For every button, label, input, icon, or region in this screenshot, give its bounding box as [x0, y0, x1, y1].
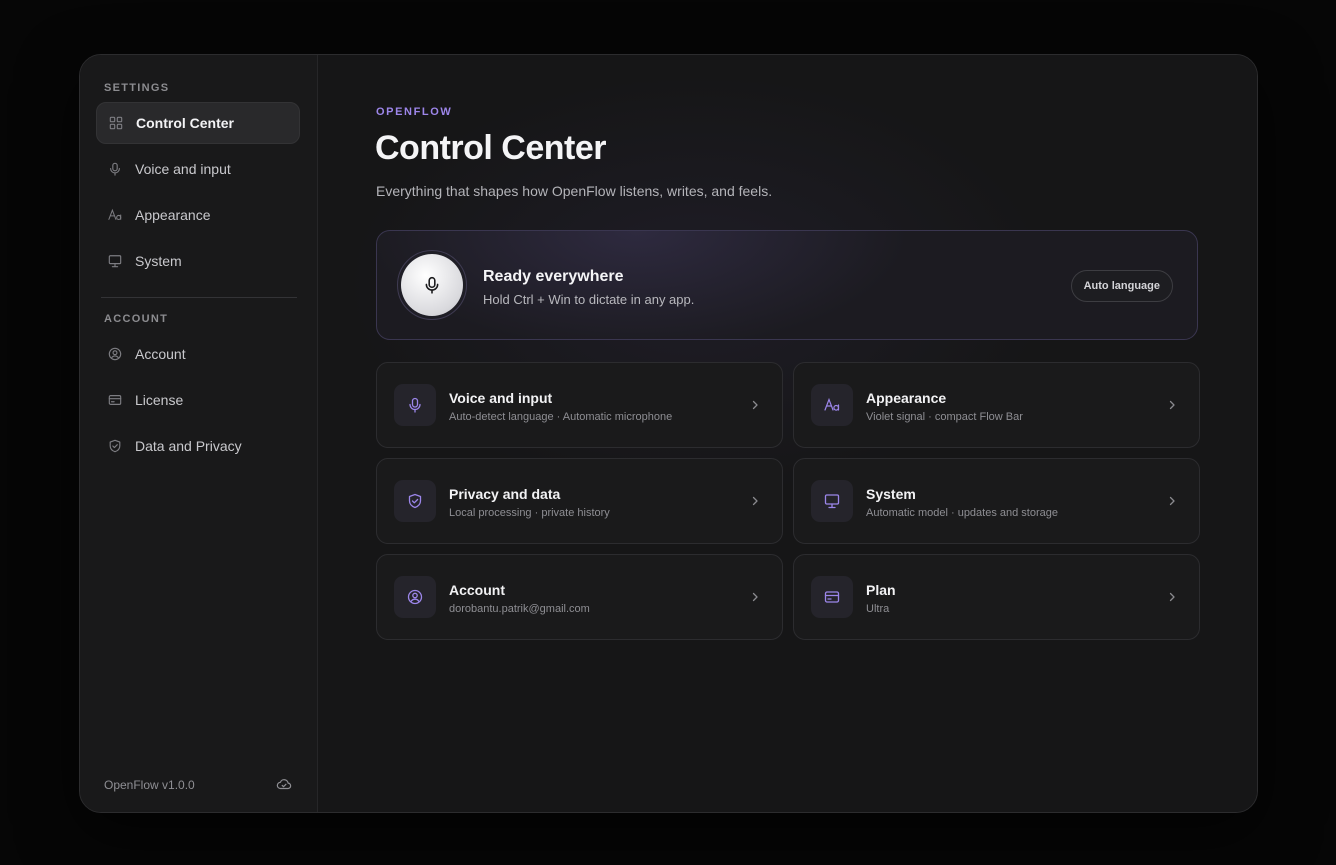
- shield-check-icon: [394, 480, 436, 522]
- sidebar-item-voice-and-input[interactable]: Voice and input: [96, 148, 300, 190]
- sidebar-item-license[interactable]: License: [96, 379, 300, 421]
- status-title: Ready everywhere: [483, 268, 624, 285]
- auto-language-button[interactable]: Auto language: [1070, 270, 1173, 302]
- user-circle-icon: [394, 576, 436, 618]
- microphone-icon: [394, 384, 436, 426]
- card-subtitle: dorobantu.patrik@gmail.com: [449, 603, 590, 615]
- card-title: Account: [449, 582, 505, 598]
- sidebar-item-data-and-privacy[interactable]: Data and Privacy: [96, 425, 300, 467]
- sidebar-item-account[interactable]: Account: [96, 333, 300, 375]
- typography-icon: [108, 208, 122, 222]
- monitor-icon: [108, 254, 122, 268]
- sidebar-item-system[interactable]: System: [96, 240, 300, 282]
- account-section-label: ACCOUNT: [104, 313, 169, 325]
- microphone-icon: [108, 162, 122, 176]
- settings-window: SETTINGS Control Center Voice and input …: [79, 54, 1258, 813]
- sidebar-item-label: Control Center: [136, 115, 234, 131]
- card-subtitle: Violet signal · compact Flow Bar: [866, 411, 1023, 423]
- card-subtitle: Ultra: [866, 603, 890, 615]
- card-title: System: [866, 486, 916, 502]
- page-subtitle: Everything that shapes how OpenFlow list…: [376, 183, 773, 199]
- eyebrow-label: OPENFLOW: [376, 106, 453, 118]
- credit-card-icon: [108, 393, 122, 407]
- page-title: Control Center: [375, 129, 607, 167]
- chevron-right-icon: [752, 400, 758, 410]
- microphone-icon: [423, 276, 441, 294]
- card-title: Voice and input: [449, 390, 553, 406]
- shield-check-icon: [108, 439, 122, 453]
- mic-ring: [397, 250, 467, 320]
- credit-card-icon: [811, 576, 853, 618]
- card-title: Privacy and data: [449, 486, 561, 502]
- card-privacy-and-data[interactable]: Privacy and data Local processing · priv…: [376, 458, 783, 544]
- sidebar-item-label: Data and Privacy: [135, 438, 242, 454]
- sidebar-item-control-center[interactable]: Control Center: [96, 102, 300, 144]
- card-plan[interactable]: Plan Ultra: [793, 554, 1200, 640]
- settings-section-label: SETTINGS: [104, 82, 170, 94]
- sidebar-item-appearance[interactable]: Appearance: [96, 194, 300, 236]
- card-title: Plan: [866, 582, 896, 598]
- monitor-icon: [811, 480, 853, 522]
- sidebar-item-label: Voice and input: [135, 161, 231, 177]
- chevron-right-icon: [1169, 592, 1175, 602]
- dictation-status-card: Ready everywhere Hold Ctrl + Win to dict…: [376, 230, 1198, 340]
- card-subtitle: Automatic model · updates and storage: [866, 507, 1059, 519]
- sidebar-item-label: System: [135, 253, 182, 269]
- typography-icon: [811, 384, 853, 426]
- chevron-right-icon: [1169, 496, 1175, 506]
- sidebar-divider: [101, 297, 297, 298]
- card-system[interactable]: System Automatic model · updates and sto…: [793, 458, 1200, 544]
- card-subtitle: Auto-detect language · Automatic microph…: [449, 411, 673, 423]
- card-account[interactable]: Account dorobantu.patrik@gmail.com: [376, 554, 783, 640]
- sidebar-item-label: License: [135, 392, 184, 408]
- sidebar-item-label: Account: [135, 346, 186, 362]
- card-voice-and-input[interactable]: Voice and input Auto-detect language · A…: [376, 362, 783, 448]
- chevron-right-icon: [752, 592, 758, 602]
- card-title: Appearance: [866, 390, 947, 406]
- chevron-right-icon: [752, 496, 758, 506]
- status-hint: Hold Ctrl + Win to dictate in any app.: [483, 292, 695, 307]
- sidebar-item-label: Appearance: [135, 207, 211, 223]
- app-version: OpenFlow v1.0.0: [104, 778, 195, 792]
- chevron-right-icon: [1169, 400, 1175, 410]
- card-appearance[interactable]: Appearance Violet signal · compact Flow …: [793, 362, 1200, 448]
- cloud-check-icon[interactable]: [276, 776, 292, 792]
- sidebar: SETTINGS Control Center Voice and input …: [80, 55, 318, 812]
- main-content: OPENFLOW Control Center Everything that …: [318, 55, 1257, 812]
- grid-icon: [109, 116, 123, 130]
- card-subtitle: Local processing · private history: [449, 507, 610, 519]
- user-circle-icon: [108, 347, 122, 361]
- dictate-button[interactable]: [401, 254, 463, 316]
